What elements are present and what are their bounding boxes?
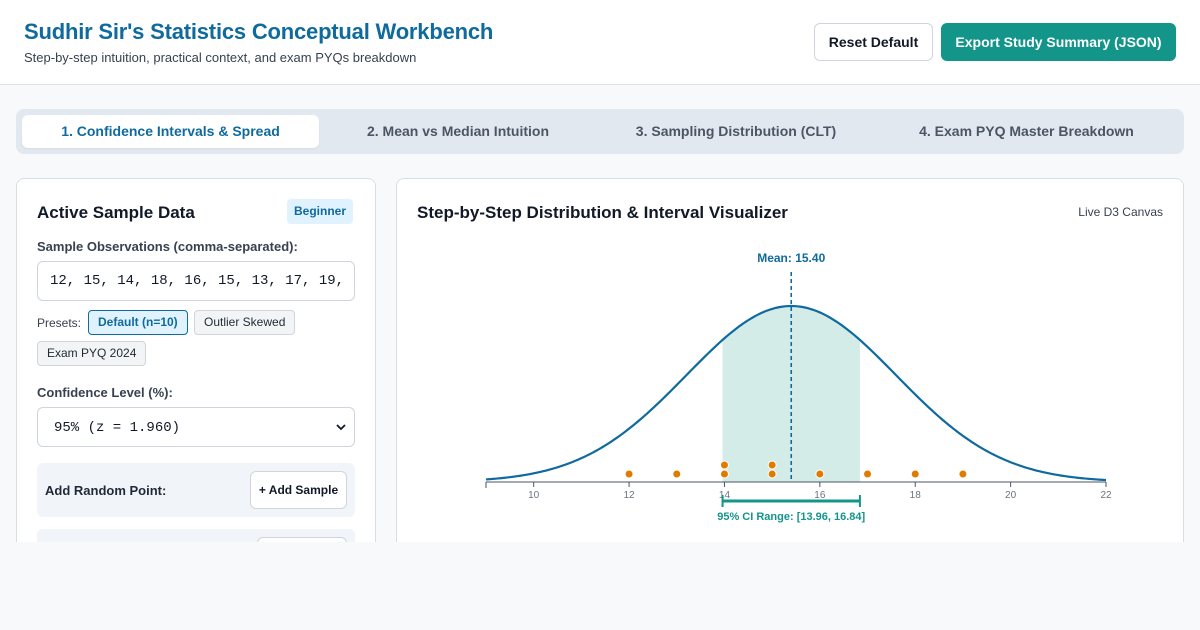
sample-point <box>958 469 968 479</box>
sample-point <box>767 469 777 479</box>
x-tick-label: 10 <box>528 490 540 501</box>
sample-point <box>910 469 920 479</box>
x-tick-label: 14 <box>719 490 731 501</box>
add-point-label: Add Random Point: <box>45 483 167 498</box>
export-summary-button[interactable]: Export Study Summary (JSON) <box>941 23 1176 61</box>
visualizer-panel: Step-by-Step Distribution & Interval Vis… <box>396 178 1184 578</box>
x-tick-label: 18 <box>910 490 922 501</box>
confidence-select-value: 95% (z = 1.960) <box>54 420 181 436</box>
tab-sampling-distribution[interactable]: 3. Sampling Distribution (CLT) <box>597 115 875 148</box>
observations-label: Sample Observations (comma-separated): <box>37 239 298 254</box>
tab-bar: 1. Confidence Intervals & Spread 2. Mean… <box>16 109 1184 154</box>
top-header: Sudhir Sir's Statistics Conceptual Workb… <box>0 0 1200 85</box>
sample-point <box>624 469 634 479</box>
sample-point <box>863 469 873 479</box>
reset-default-button[interactable]: Reset Default <box>814 23 933 61</box>
preset-outlier-chip[interactable]: Outlier Skewed <box>194 310 296 335</box>
page-background <box>0 542 1200 630</box>
tab-confidence-intervals[interactable]: 1. Confidence Intervals & Spread <box>22 115 319 148</box>
x-tick-label: 16 <box>814 490 826 501</box>
mean-label: Mean: 15.40 <box>757 251 825 265</box>
sample-panel-title: Active Sample Data <box>37 203 195 222</box>
ci-range-label: 95% CI Range: [13.96, 16.84] <box>717 511 865 523</box>
sample-data-panel: Active Sample Data Beginner Sample Obser… <box>16 178 376 578</box>
tab-mean-vs-median[interactable]: 2. Mean vs Median Intuition <box>319 115 597 148</box>
x-tick-label: 20 <box>1005 490 1017 501</box>
confidence-select[interactable]: 95% (z = 1.960) <box>37 407 355 447</box>
add-sample-button[interactable]: + Add Sample <box>250 471 347 509</box>
app-subtitle: Step-by-step intuition, practical contex… <box>24 50 417 65</box>
chevron-down-icon <box>336 424 346 431</box>
presets-label: Presets: <box>37 316 82 330</box>
observations-input[interactable] <box>37 261 355 301</box>
confidence-label: Confidence Level (%): <box>37 385 173 400</box>
preset-exam-pyq-chip[interactable]: Exam PYQ 2024 <box>37 341 147 366</box>
sample-point <box>767 460 777 470</box>
level-badge: Beginner <box>287 199 354 224</box>
sample-point <box>815 469 825 479</box>
sample-point <box>719 460 729 470</box>
add-point-row: Add Random Point: + Add Sample <box>37 463 355 517</box>
tab-exam-pyq[interactable]: 4. Exam PYQ Master Breakdown <box>875 115 1178 148</box>
x-tick-label: 22 <box>1100 490 1112 501</box>
sample-point <box>672 469 682 479</box>
sample-point <box>719 469 729 479</box>
app-title: Sudhir Sir's Statistics Conceptual Workb… <box>24 19 494 44</box>
distribution-chart: 10 12 14 16 18 20 22 Mean: 15.40 95% CI Range: [… <box>485 251 1112 523</box>
preset-default-chip[interactable]: Default (n=10) <box>88 310 188 335</box>
x-tick-label: 12 <box>624 490 636 501</box>
